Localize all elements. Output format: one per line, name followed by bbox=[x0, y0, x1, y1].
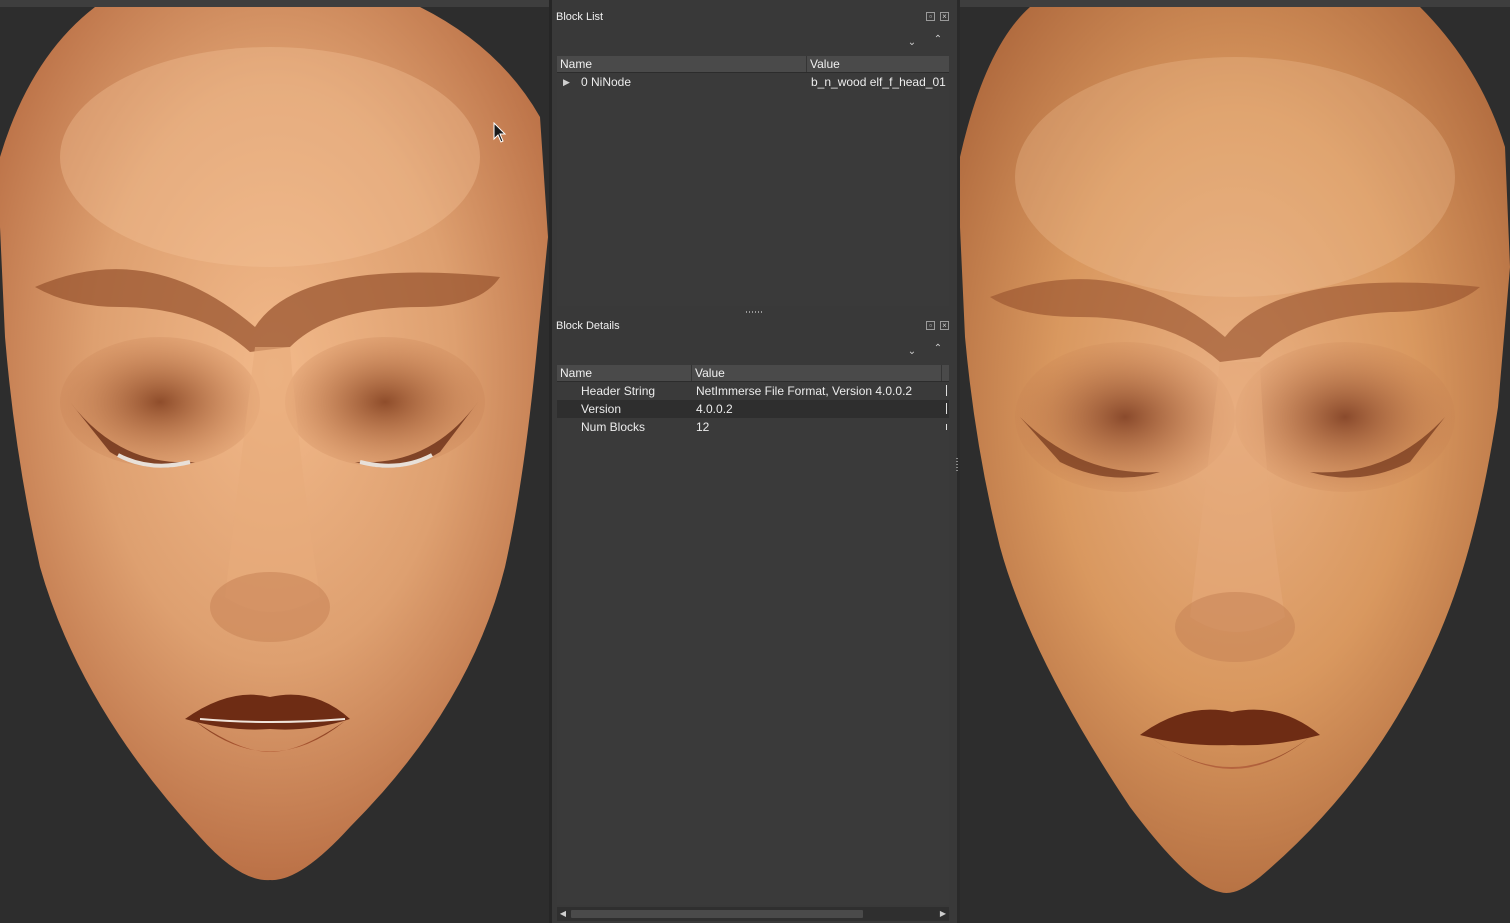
row-value: NetImmerse File Format, Version 4.0.0.2 bbox=[696, 384, 913, 398]
dock-splitter-grip[interactable] bbox=[746, 311, 764, 313]
row-value: b_n_wood elf_f_head_01 bbox=[811, 75, 946, 89]
row-name: Num Blocks bbox=[581, 420, 646, 434]
table-row[interactable]: Version 4.0.0.2 bbox=[557, 400, 949, 418]
block-details-header: Name Value bbox=[557, 365, 949, 382]
head-model-render-right bbox=[960, 7, 1510, 893]
row-edge-marker bbox=[946, 424, 947, 430]
close-icon[interactable]: × bbox=[940, 321, 949, 330]
close-icon[interactable]: × bbox=[940, 12, 949, 21]
float-icon[interactable]: ▫ bbox=[926, 12, 935, 21]
row-name: 0 NiNode bbox=[581, 75, 632, 89]
chevron-up-double-icon[interactable]: ⌃ bbox=[931, 342, 945, 356]
block-details-title: Block Details bbox=[556, 320, 620, 332]
scroll-right-icon[interactable]: ▶ bbox=[937, 907, 949, 921]
row-value: 12 bbox=[696, 420, 710, 434]
table-row[interactable]: Num Blocks 12 bbox=[557, 418, 949, 436]
mouse-pointer-icon bbox=[493, 122, 507, 143]
column-header-value[interactable]: Value bbox=[806, 56, 949, 72]
block-list-tree[interactable]: Name Value ▶ 0 NiNode b_n_wood elf_f_hea… bbox=[557, 56, 949, 306]
float-icon[interactable]: ▫ bbox=[926, 321, 935, 330]
row-edge-marker bbox=[946, 403, 947, 414]
chevron-down-double-icon[interactable]: ⌄ bbox=[905, 345, 919, 359]
head-model-render-left bbox=[0, 7, 548, 881]
viewport-left[interactable] bbox=[0, 7, 549, 923]
row-name: Version bbox=[581, 402, 622, 416]
block-details-hscrollbar[interactable]: ◀ ▶ bbox=[557, 907, 949, 921]
triangle-right-icon[interactable]: ▶ bbox=[563, 73, 570, 91]
tree-row[interactable]: ▶ 0 NiNode b_n_wood elf_f_head_01 bbox=[557, 73, 949, 91]
column-header-name[interactable]: Name bbox=[557, 56, 806, 72]
column-header-name[interactable]: Name bbox=[557, 365, 691, 381]
row-edge-marker bbox=[946, 385, 947, 396]
right-splitter-grip[interactable] bbox=[956, 458, 958, 472]
block-list-title: Block List bbox=[556, 11, 604, 23]
block-list-header: Name Value bbox=[557, 56, 949, 73]
scroll-left-icon[interactable]: ◀ bbox=[557, 907, 569, 921]
left-splitter[interactable] bbox=[549, 0, 552, 923]
column-header-value[interactable]: Value bbox=[691, 365, 941, 381]
row-value: 4.0.0.2 bbox=[696, 402, 733, 416]
scrollbar-thumb[interactable] bbox=[571, 910, 863, 918]
chevron-up-double-icon[interactable]: ⌃ bbox=[931, 33, 945, 47]
block-details-tree[interactable]: Name Value Header String NetImmerse File… bbox=[557, 365, 949, 905]
table-row[interactable]: Header String NetImmerse File Format, Ve… bbox=[557, 382, 949, 400]
column-header-extra[interactable] bbox=[941, 365, 949, 381]
row-name: Header String bbox=[581, 384, 656, 398]
chevron-down-double-icon[interactable]: ⌄ bbox=[905, 36, 919, 50]
viewport-right[interactable] bbox=[960, 7, 1510, 923]
